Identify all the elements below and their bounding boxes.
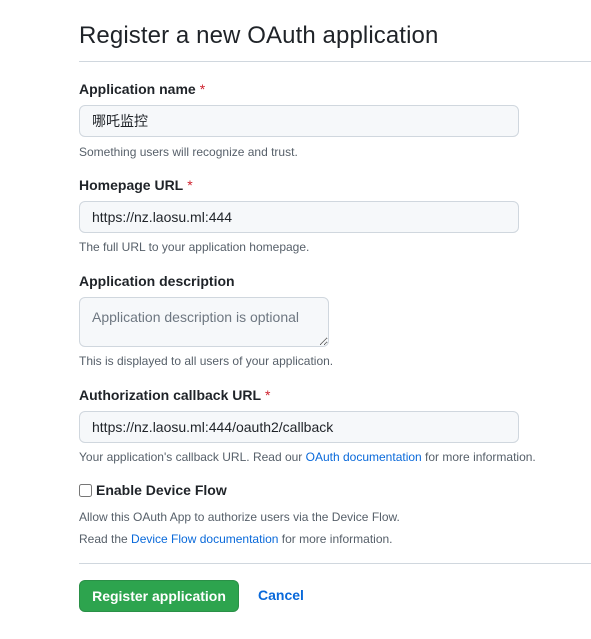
- callback-url-note: Your application's callback URL. Read ou…: [79, 450, 536, 464]
- device-flow-doc-note: Read the Device Flow documentation for m…: [79, 532, 393, 546]
- callback-url-input[interactable]: [79, 411, 519, 443]
- app-name-note: Something users will recognize and trust…: [79, 145, 298, 159]
- title-divider: [79, 61, 591, 62]
- device-flow-option[interactable]: Enable Device Flow: [79, 482, 227, 498]
- oauth-register-page: Register a new OAuth application Applica…: [0, 0, 591, 639]
- app-description-textarea[interactable]: [79, 297, 329, 347]
- callback-note-text: Your application's callback URL. Read ou…: [79, 450, 306, 464]
- homepage-url-label: Homepage URL *: [79, 177, 193, 193]
- device-flow-note: Allow this OAuth App to authorize users …: [79, 510, 400, 524]
- required-mark: *: [199, 81, 206, 97]
- actions-divider: [79, 563, 591, 564]
- oauth-documentation-link[interactable]: OAuth documentation: [306, 450, 422, 464]
- enable-device-flow-checkbox[interactable]: [79, 483, 92, 497]
- required-mark: *: [265, 387, 271, 403]
- register-application-button[interactable]: Register application: [79, 580, 239, 612]
- device-flow-doc-prefix: Read the: [79, 532, 132, 546]
- callback-note-suffix: for more information.: [421, 450, 536, 464]
- device-flow-documentation-link[interactable]: Device Flow documentation: [131, 532, 278, 546]
- enable-device-flow-label: Enable Device Flow: [96, 482, 227, 498]
- cancel-button[interactable]: Cancel: [258, 587, 304, 603]
- callback-url-label: Authorization callback URL *: [79, 387, 270, 403]
- app-description-label: Application description: [79, 273, 235, 289]
- app-name-input[interactable]: [79, 105, 519, 137]
- callback-url-label-text: Authorization callback URL: [79, 387, 262, 403]
- required-mark: *: [187, 177, 193, 193]
- homepage-url-label-text: Homepage URL: [79, 177, 184, 193]
- homepage-url-input[interactable]: [79, 201, 519, 233]
- app-name-label-text: Application name: [79, 81, 196, 97]
- app-description-note: This is displayed to all users of your a…: [79, 354, 334, 368]
- app-description-label-text: Application description: [79, 273, 235, 289]
- device-flow-doc-suffix: for more information.: [278, 532, 393, 546]
- page-title: Register a new OAuth application: [79, 22, 439, 49]
- app-name-label: Application name *: [79, 81, 205, 97]
- homepage-url-note: The full URL to your application homepag…: [79, 240, 310, 254]
